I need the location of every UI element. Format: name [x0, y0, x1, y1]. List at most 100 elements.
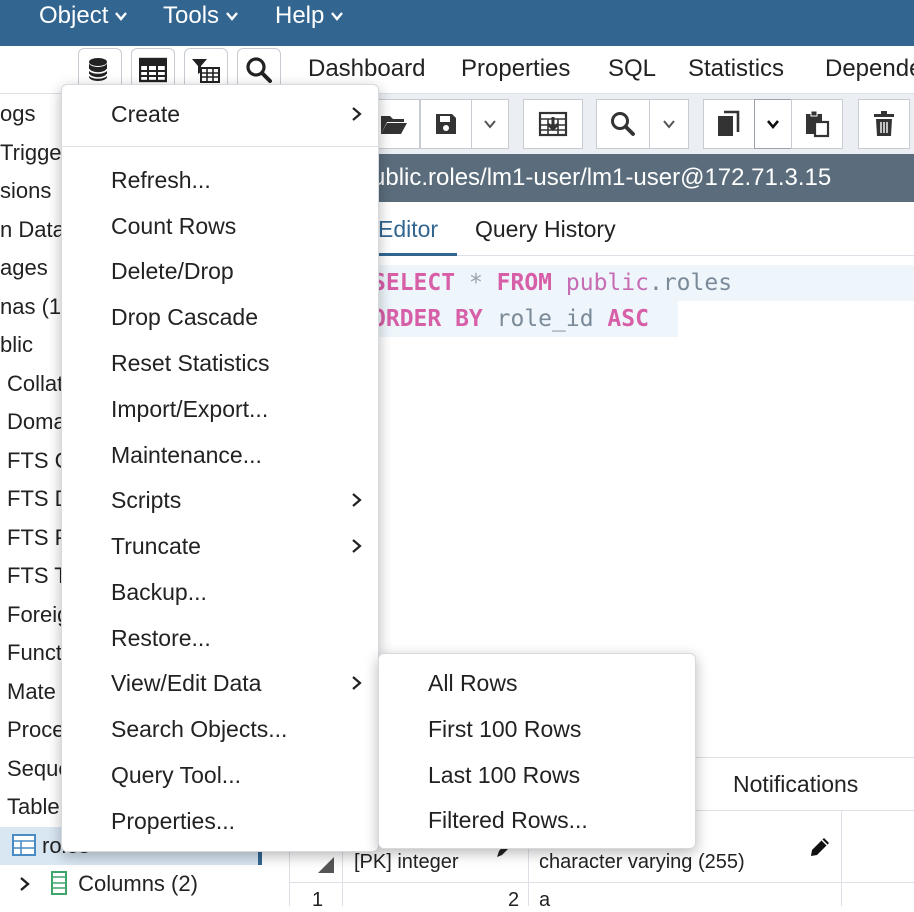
ctx-item-refresh[interactable]: Refresh...	[62, 158, 378, 202]
chevron-down-icon	[331, 12, 344, 21]
delete-button[interactable]	[858, 99, 910, 149]
tab-notifications[interactable]: Notifications	[733, 758, 858, 810]
tab-query-editor[interactable]: Editor	[378, 210, 457, 256]
tree-item-domains[interactable]: Doma	[7, 404, 66, 440]
ctx-item-scripts[interactable]: Scripts	[62, 478, 378, 522]
menu-tools-label: Tools	[163, 2, 220, 29]
column-type-role-id: [PK] integer	[354, 851, 459, 873]
find-options-dropdown[interactable]	[649, 99, 689, 149]
menu-help[interactable]: Help	[275, 0, 344, 32]
copy-options-dropdown[interactable]	[754, 99, 792, 149]
chevron-down-icon	[115, 12, 128, 21]
search-icon	[246, 57, 272, 83]
connection-string: ublic.roles/lm1-user/lm1-user@172.71.3.1…	[372, 164, 832, 191]
submenu-first-100-rows[interactable]: First 100 Rows	[379, 707, 695, 751]
tree-item-event-triggers[interactable]: Trigge	[0, 135, 62, 171]
ctx-item-reset-statistics[interactable]: Reset Statistics	[62, 341, 378, 385]
columns-icon	[51, 871, 68, 895]
chevron-right-icon	[352, 676, 362, 690]
ctx-item-maintenance[interactable]: Maintenance...	[62, 433, 378, 477]
tab-statistics[interactable]: Statistics	[688, 46, 784, 92]
main-tabbar: Dashboard Properties SQL Statistics Depe…	[290, 46, 914, 94]
tree-item-columns[interactable]: Columns (2)	[18, 866, 198, 902]
chevron-down-icon	[226, 12, 238, 21]
tree-item-functions[interactable]: Funct	[7, 635, 62, 671]
editor-tabbar: Editor Query History	[290, 202, 914, 256]
chevron-right-icon[interactable]	[18, 876, 32, 892]
tree-item-foreign-data[interactable]: n Data	[0, 212, 65, 248]
context-menu: Create Refresh... Count Rows Delete/Drop…	[61, 84, 379, 852]
menu-separator	[62, 146, 378, 147]
ctx-item-search-objects[interactable]: Search Objects...	[62, 707, 378, 751]
tree-item-fts-parsers[interactable]: FTS P	[7, 520, 69, 556]
menu-object-label: Object	[39, 2, 109, 29]
ctx-item-create[interactable]: Create	[62, 92, 378, 136]
save-results-button[interactable]	[523, 99, 583, 149]
ctx-item-query-tool[interactable]: Query Tool...	[62, 753, 378, 797]
connection-bar: ublic.roles/lm1-user/lm1-user@172.71.3.1…	[290, 154, 914, 202]
chevron-right-icon	[352, 539, 362, 553]
delete-icon	[874, 111, 894, 136]
submenu-all-rows[interactable]: All Rows	[379, 661, 695, 705]
edit-pencil-icon[interactable]	[808, 835, 832, 859]
grid-divider	[290, 882, 914, 883]
ctx-item-import-export[interactable]: Import/Export...	[62, 387, 378, 431]
grid-divider	[841, 811, 842, 906]
ctx-item-delete-drop[interactable]: Delete/Drop	[62, 249, 378, 293]
database-icon	[88, 58, 108, 81]
code-line-2: ORDER BY role_id ASC	[372, 301, 678, 337]
ctx-item-backup[interactable]: Backup...	[62, 570, 378, 614]
copy-icon	[718, 110, 740, 136]
save-options-dropdown[interactable]	[471, 99, 509, 149]
code-line-1: SELECT * FROM public.roles	[372, 265, 914, 301]
chevron-down-icon	[767, 120, 779, 130]
top-menubar: Object Tools Help	[0, 0, 914, 46]
copy-button[interactable]	[703, 99, 755, 149]
paste-button[interactable]	[791, 99, 843, 149]
open-folder-icon	[380, 116, 407, 134]
tab-dependencies[interactable]: Depende	[825, 46, 914, 92]
save-icon	[436, 114, 456, 134]
ctx-item-properties[interactable]: Properties...	[62, 799, 378, 843]
tree-item-foreign-tables[interactable]: Foreig	[7, 597, 69, 633]
search-icon	[611, 112, 635, 136]
tab-properties[interactable]: Properties	[461, 46, 570, 92]
tree-item-extensions[interactable]: sions	[0, 173, 51, 209]
tree-item-procedures[interactable]: Proce	[7, 712, 64, 748]
tree-item-materialized-views[interactable]: Mate	[7, 674, 56, 710]
tree-item-schemas[interactable]: nas (1)	[0, 289, 68, 325]
menu-object[interactable]: Object	[39, 0, 128, 32]
submenu-filtered-rows[interactable]: Filtered Rows...	[379, 798, 695, 842]
chevron-down-icon	[484, 120, 496, 129]
tree-item-fts-templates[interactable]: FTS T	[7, 558, 68, 594]
chevron-down-icon	[663, 120, 675, 129]
download-grid-icon	[538, 111, 568, 137]
ctx-item-view-edit-data[interactable]: View/Edit Data	[62, 661, 378, 705]
sort-corner-icon	[318, 857, 334, 873]
paste-icon	[806, 110, 830, 138]
chevron-right-icon	[352, 493, 362, 507]
tree-item-catalogs[interactable]: ogs	[0, 96, 35, 132]
tree-item-languages[interactable]: ages	[0, 250, 48, 286]
menu-tools[interactable]: Tools	[163, 0, 239, 32]
tree-item-public[interactable]: blic	[0, 327, 33, 363]
ctx-item-truncate[interactable]: Truncate	[62, 524, 378, 568]
cell-role-name[interactable]: a	[539, 889, 550, 912]
filter-table-icon	[192, 59, 220, 83]
column-type-role-name: character varying (255)	[539, 851, 745, 873]
tab-sql[interactable]: SQL	[608, 46, 656, 92]
tree-item-tables[interactable]: Table	[7, 789, 60, 825]
tree-item-collations[interactable]: Collat	[7, 366, 63, 402]
find-button[interactable]	[596, 99, 650, 149]
ctx-item-restore[interactable]: Restore...	[62, 616, 378, 660]
tab-query-history[interactable]: Query History	[475, 210, 616, 256]
ctx-item-drop-cascade[interactable]: Drop Cascade	[62, 295, 378, 339]
cell-role-id[interactable]: 2	[508, 889, 519, 912]
view-edit-data-submenu: All Rows First 100 Rows Last 100 Rows Fi…	[378, 653, 696, 849]
menu-help-label: Help	[275, 2, 325, 29]
query-toolbar	[290, 94, 914, 154]
ctx-item-count-rows[interactable]: Count Rows	[62, 204, 378, 248]
save-file-button[interactable]	[420, 99, 472, 149]
row-number: 1	[312, 889, 324, 911]
submenu-last-100-rows[interactable]: Last 100 Rows	[379, 753, 695, 797]
